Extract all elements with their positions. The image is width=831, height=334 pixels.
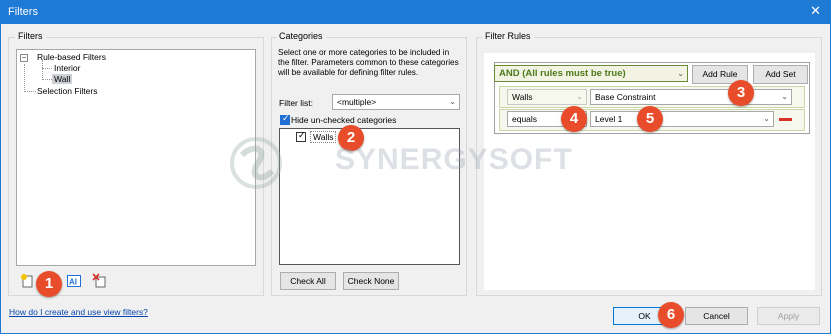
new-filter-icon[interactable] (20, 273, 36, 289)
title-bar: Filters ✕ (0, 0, 831, 24)
tree-item-selection-filters[interactable]: Selection Filters (37, 86, 97, 96)
walls-checkbox[interactable]: ✓ (296, 130, 306, 142)
rename-filter-icon[interactable]: AI (66, 273, 82, 289)
checkmark-icon: ✓ (282, 113, 290, 123)
rule-value-dropdown[interactable]: Level 1 ⌄ (590, 111, 774, 127)
check-all-button[interactable]: Check All (280, 272, 336, 290)
hide-unchecked-label: Hide un-checked categories (291, 115, 397, 125)
hide-unchecked-checkbox[interactable]: ✓ (280, 113, 290, 125)
step-badge-2: 2 (338, 125, 364, 151)
filters-tree[interactable]: − Rule-based Filters Interior Wall Selec… (16, 49, 256, 266)
category-item-walls[interactable]: Walls (310, 131, 337, 143)
svg-text:AI: AI (69, 278, 77, 287)
step-badge-5: 5 (637, 106, 663, 132)
window-title: Filters (8, 6, 38, 18)
help-link[interactable]: How do I create and use view filters? (9, 307, 148, 317)
chevron-down-icon: ⌄ (576, 92, 583, 101)
filters-group-label: Filters (15, 31, 46, 41)
rule-operator-value: equals (512, 114, 538, 124)
tree-item-wall[interactable]: Wall (52, 74, 73, 84)
chevron-down-icon: ⌄ (449, 97, 456, 106)
category-list[interactable]: ✓ Walls (279, 128, 460, 265)
cancel-button[interactable]: Cancel (685, 307, 748, 325)
tree-item-rule-based-filters[interactable]: Rule-based Filters (37, 52, 106, 62)
chevron-down-icon: ⌄ (763, 114, 770, 123)
rule-logic-value: AND (All rules must be true) (499, 68, 626, 79)
step-badge-1: 1 (36, 271, 62, 297)
filter-list-value: <multiple> (337, 97, 377, 107)
step-badge-6: 6 (658, 302, 684, 328)
delete-rule-icon[interactable] (779, 118, 792, 121)
tree-connector (24, 91, 36, 92)
close-icon[interactable]: ✕ (810, 4, 821, 18)
categories-description: Select one or more categories to be incl… (278, 48, 459, 77)
filter-rules-group-label: Filter Rules (482, 31, 534, 41)
rule-category-dropdown[interactable]: Walls ⌄ (507, 89, 587, 105)
categories-group-label: Categories (276, 31, 326, 41)
tree-item-interior[interactable]: Interior (54, 63, 80, 73)
tree-connector (24, 64, 25, 92)
rule-category-value: Walls (512, 92, 533, 102)
tree-connector (42, 68, 52, 69)
rule-logic-dropdown[interactable]: AND (All rules must be true) ⌄ (494, 65, 688, 82)
checkmark-icon: ✓ (298, 130, 306, 140)
apply-button[interactable]: Apply (757, 307, 820, 325)
collapse-icon[interactable]: − (20, 54, 28, 62)
check-none-button[interactable]: Check None (343, 272, 399, 290)
chevron-down-icon: ⌄ (677, 69, 684, 78)
rule-parameter-value: Base Constraint (595, 92, 656, 102)
filter-list-dropdown[interactable]: <multiple> ⌄ (332, 94, 460, 110)
tree-connector (42, 60, 43, 80)
filter-list-label: Filter list: (279, 98, 313, 108)
add-set-button[interactable]: Add Set (753, 65, 808, 84)
rule-value-value: Level 1 (595, 114, 623, 124)
rule-parameter-dropdown[interactable]: Base Constraint ⌄ (590, 89, 792, 105)
tree-connector (42, 79, 52, 80)
step-badge-4: 4 (561, 106, 587, 132)
chevron-down-icon: ⌄ (781, 92, 788, 101)
delete-filter-icon[interactable] (92, 273, 108, 289)
step-badge-3: 3 (728, 80, 754, 106)
